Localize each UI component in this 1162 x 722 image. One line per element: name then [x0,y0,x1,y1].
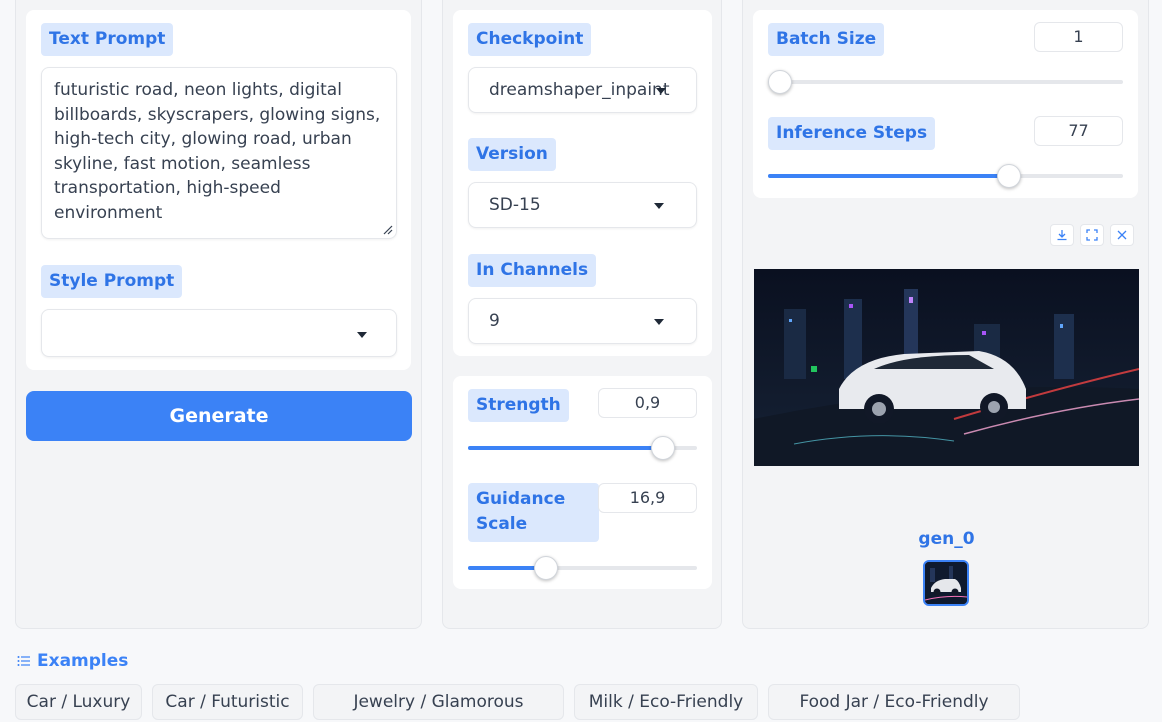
text-prompt-value: futuristic road, neon lights, digital bi… [54,80,381,223]
text-prompt-label: Text Prompt [41,23,174,56]
example-car-luxury[interactable]: Car / Luxury [15,684,142,720]
car-night-city-image [754,269,1139,466]
checkpoint-label: Checkpoint [468,23,592,56]
batch-card: Batch Size 1 Inference Steps 77 [753,10,1138,198]
version-label: Version [468,138,556,171]
inference-steps-slider[interactable] [768,164,1123,188]
guidance-scale-input[interactable]: 16,9 [598,483,697,513]
slider-track [768,80,1123,84]
example-car-futuristic[interactable]: Car / Futuristic [152,684,303,720]
slider-fill [768,174,1009,178]
checkpoint-dropdown[interactable]: dreamshaper_inpaint [468,67,697,113]
guidance-scale-label: Guidance Scale [468,483,599,542]
slider-fill [468,446,663,450]
example-jewelry-glamorous[interactable]: Jewelry / Glamorous [313,684,564,720]
thumbnail-image [925,562,967,604]
right-panel: Batch Size 1 Inference Steps 77 gen_0 [742,0,1149,629]
slider-thumb[interactable] [768,70,792,94]
version-value: SD-15 [489,195,541,215]
in-channels-dropdown[interactable]: 9 [468,298,697,344]
text-prompt-textarea[interactable]: futuristic road, neon lights, digital bi… [41,67,397,239]
slider-thumb[interactable] [534,556,558,580]
sampling-card: Strength 0,9 Guidance Scale 16,9 [453,376,712,589]
generated-image[interactable] [754,269,1139,466]
style-prompt-label: Style Prompt [41,265,183,298]
gallery-caption: gen_0 [918,529,975,549]
list-icon [17,656,30,666]
version-dropdown[interactable]: SD-15 [468,182,697,228]
middle-panel: Checkpoint dreamshaper_inpaint Version S… [442,0,722,629]
download-icon[interactable] [1050,224,1074,246]
checkpoint-value: dreamshaper_inpaint [489,80,670,100]
example-food-jar-eco-friendly[interactable]: Food Jar / Eco-Friendly [768,684,1020,720]
chevron-down-icon [656,88,666,94]
examples-header[interactable]: Examples [17,651,128,671]
resize-handle-icon[interactable] [383,225,393,235]
inference-steps-input[interactable]: 77 [1034,116,1123,146]
guidance-label-line1: Guidance [476,489,566,509]
model-card: Checkpoint dreamshaper_inpaint Version S… [453,10,712,356]
left-panel: Text Prompt futuristic road, neon lights… [15,0,422,629]
chevron-down-icon [357,332,367,338]
batch-size-label: Batch Size [768,23,885,56]
strength-input[interactable]: 0,9 [598,388,697,418]
guidance-label-line2: Scale [476,514,528,534]
slider-thumb[interactable] [651,436,675,460]
style-prompt-dropdown[interactable] [41,309,397,357]
guidance-scale-slider[interactable] [468,556,697,580]
batch-size-input[interactable]: 1 [1034,22,1123,52]
example-milk-eco-friendly[interactable]: Milk / Eco-Friendly [574,684,758,720]
batch-size-slider[interactable] [768,70,1123,94]
fullscreen-icon[interactable] [1080,224,1104,246]
chevron-down-icon [654,319,664,325]
in-channels-value: 9 [489,311,500,331]
prompt-card: Text Prompt futuristic road, neon lights… [26,10,411,370]
strength-label: Strength [468,389,569,422]
examples-title: Examples [37,651,129,671]
close-icon[interactable] [1110,224,1134,246]
inference-steps-label: Inference Steps [768,117,936,150]
slider-thumb[interactable] [997,164,1021,188]
strength-slider[interactable] [468,436,697,460]
gallery-thumbnail[interactable] [923,560,969,606]
generate-button[interactable]: Generate [26,391,412,441]
in-channels-label: In Channels [468,254,597,287]
chevron-down-icon [654,203,664,209]
